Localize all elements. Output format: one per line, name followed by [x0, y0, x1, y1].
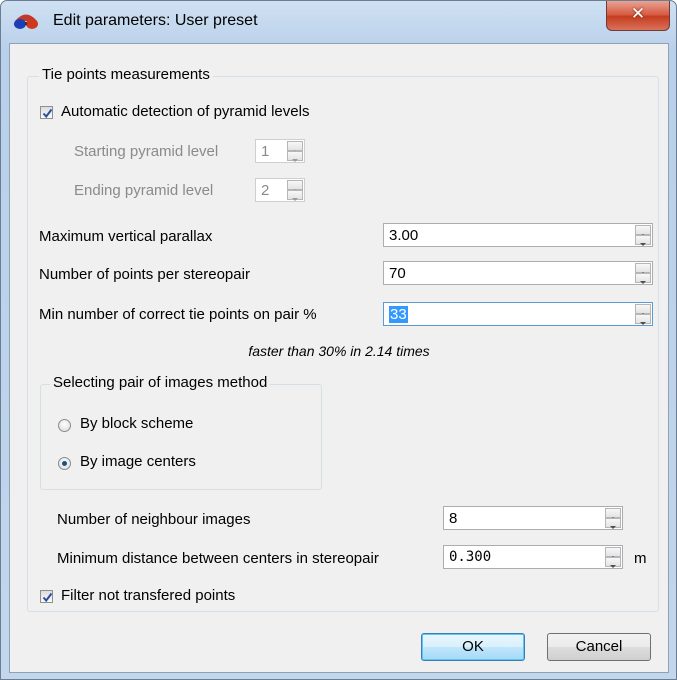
max-parallax-value[interactable]: 3.00	[389, 227, 418, 244]
checkmark-icon	[42, 108, 53, 119]
arrow-down-icon	[640, 322, 646, 325]
points-per-stereopair-label: Number of points per stereopair	[39, 266, 250, 283]
starting-level-label: Starting pyramid level	[74, 143, 219, 160]
min-correct-tie-points-field: 33	[389, 306, 408, 323]
arrow-down-icon	[610, 526, 616, 529]
dialog-window: Edit parameters: User preset ✕ Tie point…	[0, 0, 677, 680]
pair-selection-legend: Selecting pair of images method	[50, 374, 271, 391]
spin-up-button[interactable]	[605, 508, 621, 520]
starting-level-stepper[interactable]: 1	[255, 139, 305, 163]
radio-selected-dot	[62, 461, 67, 466]
spin-up-button[interactable]	[287, 180, 303, 192]
min-distance-stepper[interactable]: 0.300	[443, 545, 623, 569]
spin-up-button[interactable]	[635, 225, 651, 237]
arrow-down-icon	[292, 198, 298, 201]
pair-selection-group	[40, 384, 322, 490]
max-parallax-stepper[interactable]: 3.00	[383, 223, 653, 247]
title-bar[interactable]: Edit parameters: User preset ✕	[1, 1, 676, 43]
starting-level-value: 1	[261, 143, 270, 160]
spin-up-button[interactable]	[605, 547, 621, 559]
ending-level-value: 2	[261, 182, 270, 199]
min-correct-tie-points-value[interactable]: 33	[389, 306, 408, 323]
points-per-stereopair-value[interactable]: 70	[389, 265, 406, 282]
neighbour-images-label: Number of neighbour images	[57, 511, 251, 528]
stereo-glasses-icon	[14, 14, 38, 29]
ok-button[interactable]: OK	[421, 633, 525, 661]
neighbour-images-stepper[interactable]: 8	[443, 506, 623, 530]
tie-points-legend: Tie points measurements	[39, 66, 213, 83]
spin-down-button[interactable]	[605, 557, 621, 568]
spin-down-button[interactable]	[287, 190, 303, 201]
filter-points-label[interactable]: Filter not transfered points	[61, 587, 235, 604]
spin-down-button[interactable]	[287, 151, 303, 162]
arrow-down-icon	[640, 281, 646, 284]
spin-down-button[interactable]	[605, 518, 621, 529]
cancel-button[interactable]: Cancel	[547, 633, 651, 661]
arrow-down-icon	[640, 243, 646, 246]
dialog-body: Tie points measurements Automatic detect…	[9, 43, 669, 673]
min-distance-label: Minimum distance between centers in ster…	[57, 550, 379, 567]
spin-up-button[interactable]	[287, 141, 303, 153]
min-correct-tie-points-label: Min number of correct tie points on pair…	[39, 306, 317, 323]
min-distance-unit: m	[634, 550, 647, 567]
ending-level-label: Ending pyramid level	[74, 182, 214, 199]
speed-note: faster than 30% in 2.14 times	[248, 343, 430, 359]
block-scheme-radio[interactable]	[58, 419, 71, 432]
spin-up-button[interactable]	[635, 263, 651, 275]
close-button[interactable]: ✕	[606, 1, 670, 31]
ending-level-stepper[interactable]: 2	[255, 178, 305, 202]
arrow-down-icon	[292, 159, 298, 162]
spin-down-button[interactable]	[635, 235, 651, 246]
min-correct-tie-points-stepper[interactable]: 33	[383, 302, 653, 326]
neighbour-images-value[interactable]: 8	[449, 510, 457, 527]
filter-points-checkbox[interactable]	[40, 590, 53, 603]
max-parallax-label: Maximum vertical parallax	[39, 228, 213, 245]
block-scheme-label[interactable]: By block scheme	[80, 415, 193, 432]
spin-down-button[interactable]	[635, 314, 651, 325]
points-per-stereopair-stepper[interactable]: 70	[383, 261, 653, 285]
image-centers-label[interactable]: By image centers	[80, 453, 196, 470]
spin-down-button[interactable]	[635, 273, 651, 284]
close-icon: ✕	[630, 4, 646, 24]
checkmark-icon	[42, 592, 53, 603]
spin-up-button[interactable]	[635, 304, 651, 316]
auto-detect-checkbox[interactable]	[40, 106, 53, 119]
window-title: Edit parameters: User preset	[53, 12, 258, 29]
image-centers-radio[interactable]	[58, 457, 71, 470]
min-distance-value[interactable]: 0.300	[449, 549, 491, 565]
auto-detect-label[interactable]: Automatic detection of pyramid levels	[61, 103, 309, 120]
arrow-down-icon	[610, 565, 616, 568]
